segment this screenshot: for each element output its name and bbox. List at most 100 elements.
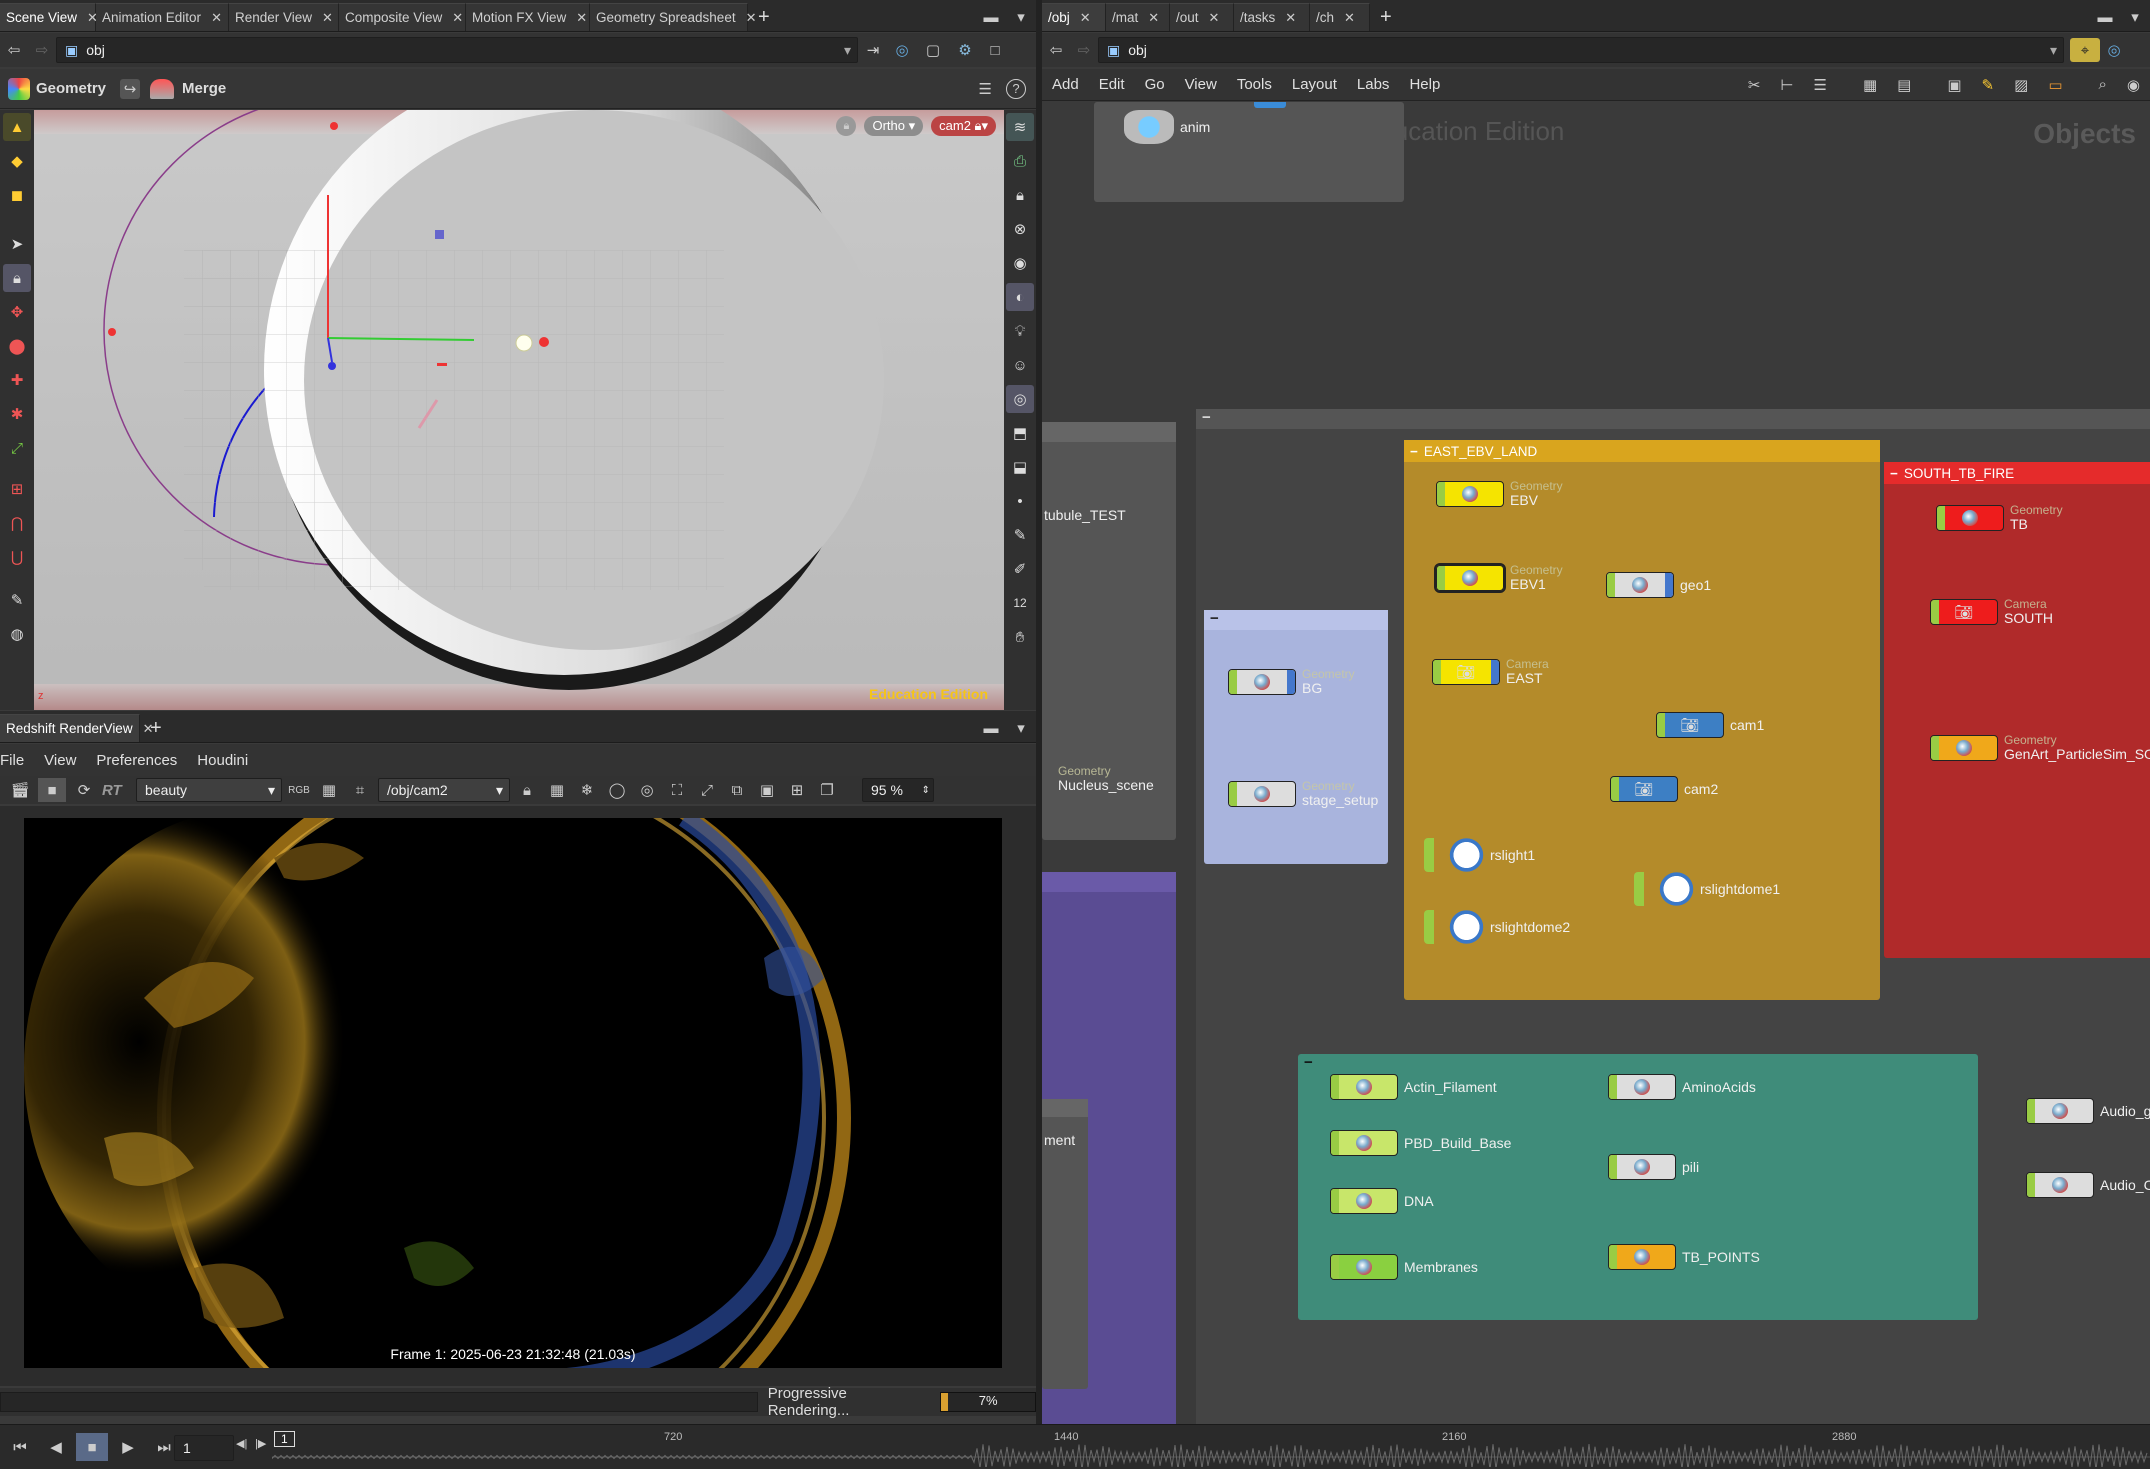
target-icon[interactable]: ◎ — [634, 781, 660, 799]
snap-point-icon[interactable]: ⋃ — [3, 543, 31, 571]
box-icon[interactable]: ▭ — [2038, 76, 2072, 94]
note-icon[interactable]: ✎ — [1972, 76, 2005, 94]
camera-x-icon[interactable]: ⊗ — [1006, 215, 1034, 243]
light-icon[interactable]: ◐ — [1006, 283, 1034, 311]
scene-viewport[interactable]: 🔒︎ Ortho ▾ cam2 🔒︎▾ Education Edition z — [34, 110, 1004, 710]
texture-icon[interactable]: ⬒ — [1006, 419, 1034, 447]
twelve-icon[interactable]: 12 — [1006, 589, 1034, 617]
step-back-icon[interactable]: ◀| — [236, 1437, 247, 1450]
snowflake-icon[interactable]: ❄ — [574, 781, 600, 799]
menu-view[interactable]: View — [1175, 76, 1227, 93]
help-icon[interactable]: ? — [1006, 78, 1026, 99]
skip-start-icon[interactable]: ⏮︎ — [4, 1433, 36, 1461]
menu-add[interactable]: Add — [1042, 76, 1089, 93]
render-icon[interactable]: ◎ — [1006, 385, 1034, 413]
back-arrow-icon[interactable]: ⇦ — [1042, 41, 1070, 59]
frame-field[interactable]: 1 — [174, 1435, 234, 1461]
menu-edit[interactable]: Edit — [1089, 76, 1135, 93]
anim-node[interactable]: anim — [1124, 110, 1210, 144]
display-options-icon[interactable]: ☰ — [979, 80, 992, 98]
select-tool-icon[interactable]: ➤ — [3, 230, 31, 258]
select-points-icon[interactable]: ▲ — [3, 113, 31, 141]
arrow-icon[interactable]: ↪ — [120, 78, 141, 99]
sticky-icon[interactable]: ▣ — [1937, 76, 1971, 94]
menu-preferences[interactable]: Preferences — [86, 752, 187, 769]
checker-icon[interactable]: ▦ — [316, 781, 342, 799]
dot-icon[interactable]: • — [1006, 487, 1034, 515]
play-reverse-icon[interactable]: ◀ — [40, 1433, 72, 1461]
focus-icon[interactable]: ⛶ — [664, 782, 690, 799]
projection-menu[interactable]: Ortho ▾ — [864, 116, 924, 136]
menu-go[interactable]: Go — [1135, 76, 1175, 93]
rslightdome2-node[interactable]: rslightdome2 — [1424, 910, 1570, 944]
rslightdome1-node[interactable]: rslightdome1 — [1634, 872, 1780, 906]
link-icon[interactable]: ◎ — [888, 41, 916, 59]
fit-icon[interactable]: ⤢ — [694, 782, 720, 799]
forward-arrow-icon[interactable]: ⇨ — [28, 41, 56, 59]
right-path-field[interactable]: ▣ obj ▾ — [1098, 37, 2064, 63]
toolbar-options-icon[interactable]: ⚙ — [950, 41, 980, 59]
camera-select[interactable]: /obj/cam2 ▾ — [378, 778, 510, 802]
transform-icon[interactable]: ⤢ — [3, 434, 31, 462]
nucleus-node[interactable]: Geometry Nucleus_scene — [1058, 765, 1154, 793]
aov-select[interactable]: beauty ▾ — [136, 778, 282, 802]
add-tab-icon[interactable]: + — [1370, 3, 1402, 31]
menu-layout[interactable]: Layout — [1282, 76, 1347, 93]
cam2-node[interactable]: 📷︎ cam2 — [1610, 776, 1718, 802]
rgb-icon[interactable]: RGB — [286, 785, 312, 796]
close-icon[interactable]: ✕ — [1148, 10, 1159, 26]
tab-out[interactable]: /out ✕ — [1170, 3, 1234, 31]
menu-file[interactable]: File — [0, 752, 34, 769]
rt-toggle[interactable]: RT — [102, 782, 132, 799]
east-netbox[interactable]: − EAST_EBV_LAND Geometry EBV Geometry EBV1 … — [1404, 440, 1880, 1000]
genart-node[interactable]: Geometry GenArt_ParticleSim_SO — [1930, 734, 2150, 762]
wrench-icon[interactable]: ✂ — [1738, 76, 1771, 94]
display-options-icon[interactable]: ≋ — [1006, 113, 1034, 141]
current-frame-marker[interactable]: 1 — [274, 1431, 295, 1447]
pane-dropdown-icon[interactable]: ▾ — [1006, 714, 1036, 742]
tb-points-node[interactable]: TB_POINTS — [1608, 1244, 1760, 1270]
tab-animation-editor[interactable]: Animation Editor ✕ — [96, 3, 229, 31]
tab-scene-view[interactable]: Scene View ✕ — [0, 3, 98, 31]
actin-node[interactable]: Actin_Filament — [1330, 1074, 1497, 1100]
tb-node[interactable]: Geometry TB — [1936, 504, 2063, 532]
back-arrow-icon[interactable]: ⇦ — [0, 41, 28, 59]
tab-ch[interactable]: /ch ✕ — [1310, 3, 1370, 31]
east-camera-node[interactable]: 📷︎ Camera EAST — [1432, 658, 1549, 686]
geo1-node[interactable]: geo1 — [1606, 572, 1711, 598]
geometry-context[interactable]: Geometry — [8, 77, 106, 100]
stop-render-icon[interactable]: ■ — [38, 778, 66, 802]
step-forward-icon[interactable]: |▶ — [255, 1437, 266, 1450]
image-icon[interactable]: ▣ — [754, 781, 780, 799]
user-icon[interactable]: ☺ — [1006, 351, 1034, 379]
snapshot-icon[interactable]: ⊞ — [784, 781, 810, 799]
aminoacids-node[interactable]: AminoAcids — [1608, 1074, 1756, 1100]
handle-icon[interactable]: ✥ — [3, 298, 31, 326]
tab-geometry-spreadsheet[interactable]: Geometry Spreadsheet ✕ — [590, 3, 756, 31]
pbd-node[interactable]: PBD_Build_Base — [1330, 1130, 1511, 1156]
south-camera-node[interactable]: 📷︎ Camera SOUTH — [1930, 598, 2053, 626]
snap-grid-icon[interactable]: ⊞ — [3, 475, 31, 503]
magnet-icon[interactable]: ⋂ — [3, 509, 31, 537]
render-image[interactable]: Frame 1: 2025-06-23 21:32:48 (21.03s) — [24, 818, 1002, 1368]
add-tab-icon[interactable]: + — [140, 714, 172, 742]
lock-icon[interactable]: 🔒︎ — [514, 782, 540, 799]
tab-mat[interactable]: /mat ✕ — [1106, 3, 1170, 31]
left-netbox[interactable]: tubule_TEST Geometry Nucleus_scene — [1042, 422, 1176, 840]
image-icon[interactable]: ▨ — [2004, 76, 2038, 94]
menu-help[interactable]: Help — [1399, 76, 1450, 93]
timeline-track[interactable]: 1 720 1440 2160 2880 — [272, 1431, 2150, 1467]
ebv1-node[interactable]: Geometry EBV1 — [1434, 563, 1563, 593]
clapper-icon[interactable]: 🎬︎ — [6, 781, 34, 799]
pin-icon[interactable]: ⌖ — [2070, 38, 2100, 62]
tab-redshift-renderview[interactable]: Redshift RenderView ✕ — [0, 714, 153, 742]
ebv-node[interactable]: Geometry EBV — [1436, 480, 1563, 508]
left-path-field[interactable]: ▣ obj ▾ — [56, 37, 858, 63]
link-icon[interactable]: ◎ — [2100, 41, 2128, 59]
search-icon[interactable]: ⌕ — [2089, 76, 2117, 93]
membranes-node[interactable]: Membranes — [1330, 1254, 1478, 1280]
close-icon[interactable]: ✕ — [1209, 10, 1220, 26]
audio-c-node[interactable]: Audio_C — [2026, 1172, 2150, 1198]
pin-icon[interactable]: ⇥ — [858, 41, 888, 59]
audio-g-node[interactable]: Audio_g — [2026, 1098, 2150, 1124]
